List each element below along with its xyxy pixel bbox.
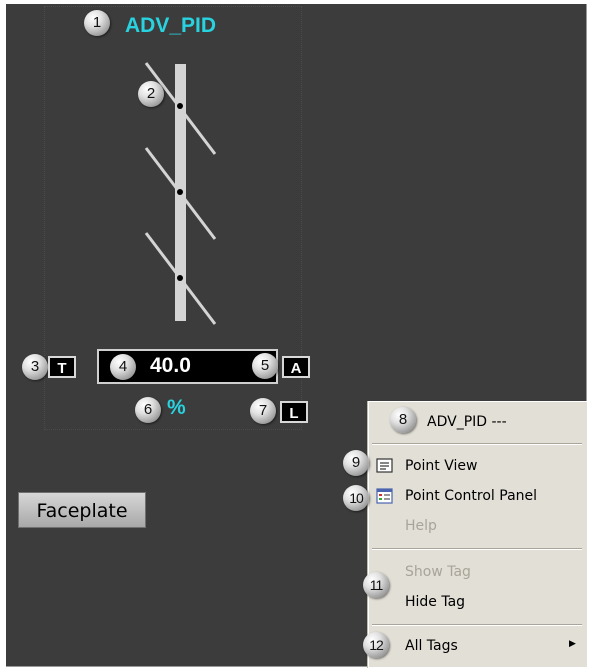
callout-2: 2: [138, 81, 164, 107]
process-value-text: 40.0: [150, 354, 191, 377]
auto-mode-button[interactable]: A: [282, 356, 310, 378]
callout-12: 12: [363, 632, 389, 658]
menu-separator: [372, 548, 582, 550]
tune-button[interactable]: T: [48, 356, 76, 378]
menu-item-point-control-panel[interactable]: Point Control Panel: [405, 488, 537, 504]
callout-3: 3: [22, 354, 48, 380]
menu-header-tag: ADV_PID ---: [427, 414, 507, 430]
valve-pivot-top: [177, 103, 183, 109]
callout-10: 10: [343, 485, 369, 511]
context-menu: 8 ADV_PID --- 9 Point View 10 Point Cont…: [343, 401, 588, 668]
menu-item-all-tags[interactable]: All Tags: [405, 638, 458, 654]
callout-7: 7: [250, 398, 276, 424]
valve-pivot-bottom: [177, 275, 183, 281]
faceplate-button[interactable]: Faceplate: [18, 492, 146, 528]
callout-5: 5: [252, 353, 278, 379]
menu-item-point-view[interactable]: Point View: [405, 458, 477, 474]
callout-4: 4: [110, 354, 136, 380]
menu-separator: [372, 624, 582, 626]
valve-pivot-middle: [177, 189, 183, 195]
engineering-unit-label: %: [167, 396, 186, 419]
menu-item-help: Help: [405, 518, 437, 534]
menu-separator: [372, 443, 582, 445]
menu-item-hide-tag[interactable]: Hide Tag: [405, 594, 465, 610]
control-panel-icon: [376, 488, 393, 504]
callout-6: 6: [135, 397, 161, 423]
callout-8: 8: [390, 407, 416, 433]
callout-11: 11: [363, 572, 389, 598]
submenu-arrow-icon: ▶: [569, 639, 576, 649]
limit-button[interactable]: L: [280, 401, 308, 423]
callout-9: 9: [343, 450, 369, 476]
menu-item-show-tag: Show Tag: [405, 564, 471, 580]
point-view-icon: [376, 458, 393, 473]
